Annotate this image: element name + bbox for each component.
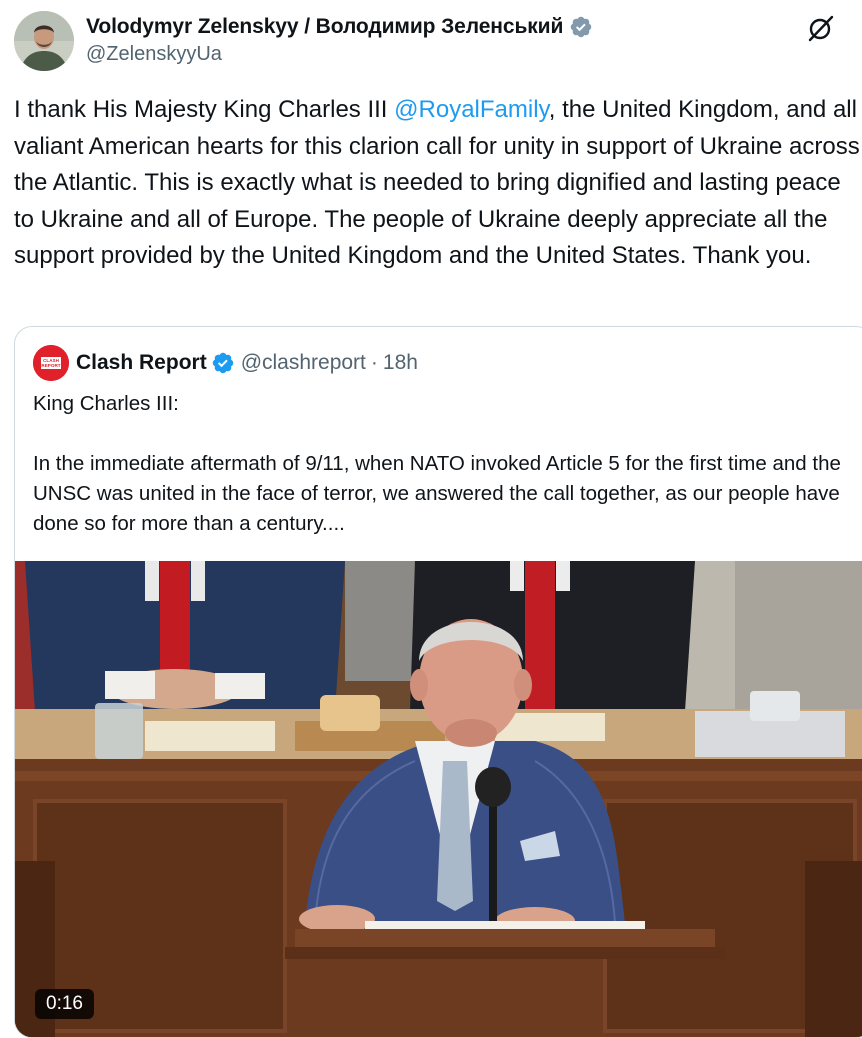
tweet-header: Volodymyr Zelenskyy / Володимир Зеленськ…	[14, 11, 862, 71]
mention-link[interactable]: @RoyalFamily	[394, 96, 549, 123]
quoted-header: CLASH REPORT Clash Report @clashreport ·…	[33, 344, 418, 382]
tweet-text-before: I thank His Majesty King Charles III	[14, 96, 395, 123]
video-player[interactable]: 0:16	[15, 561, 862, 1037]
author-handle[interactable]: @ZelenskyyUa	[86, 43, 593, 66]
svg-text:REPORT: REPORT	[41, 363, 60, 368]
verified-badge-icon[interactable]	[569, 15, 593, 39]
clash-report-logo-icon: CLASH REPORT	[33, 345, 69, 381]
author-avatar[interactable]	[14, 11, 74, 71]
clash-report-avatar[interactable]: CLASH REPORT	[33, 345, 69, 381]
profile-photo-icon	[14, 11, 74, 71]
separator-dot: ·	[370, 351, 378, 374]
video-duration-badge: 0:16	[35, 989, 94, 1019]
tweet-text: I thank His Majesty King Charles III @Ro…	[14, 92, 860, 275]
quoted-tweet[interactable]: CLASH REPORT Clash Report @clashreport ·…	[14, 326, 862, 1038]
verified-badge-icon[interactable]	[211, 351, 235, 375]
video-thumbnail	[15, 561, 862, 1037]
author-display-name[interactable]: Volodymyr Zelenskyy / Володимир Зеленськ…	[86, 15, 563, 39]
quoted-timestamp[interactable]: 18h	[383, 351, 418, 375]
quoted-handle[interactable]: @clashreport	[241, 351, 366, 375]
author-name-block: Volodymyr Zelenskyy / Володимир Зеленськ…	[86, 14, 593, 66]
quoted-text: King Charles III: In the immediate after…	[33, 392, 841, 535]
grok-icon[interactable]	[806, 13, 836, 43]
quoted-display-name[interactable]: Clash Report	[76, 351, 207, 375]
